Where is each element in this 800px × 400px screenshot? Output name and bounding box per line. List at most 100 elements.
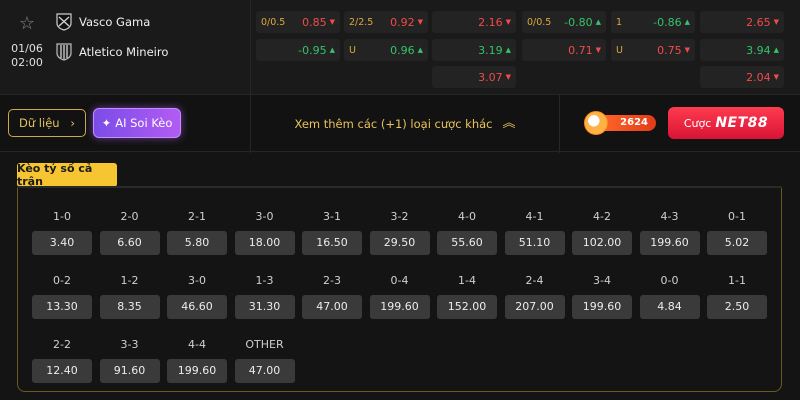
arrow-down-icon: ▼	[417, 17, 423, 26]
tab-correct-score[interactable]: Kèo tỷ số cả trận	[17, 162, 117, 188]
score-odds-button[interactable]: 91.60	[99, 359, 160, 383]
score-option[interactable]: 4-0 55.60	[437, 210, 497, 256]
odds-cell[interactable]: 2.04 ▼	[700, 66, 784, 88]
score-label: 3-3	[120, 338, 139, 351]
odds-cell[interactable]: U 0.75 ▼	[611, 39, 695, 61]
score-odds-button[interactable]: 46.60	[167, 295, 227, 319]
odds-value-group: -0.80 ▲	[564, 16, 601, 29]
score-option[interactable]: 4-3 199.60	[639, 210, 700, 256]
handicap-label: 0/0.5	[527, 16, 552, 28]
bet-prefix: Cược	[683, 116, 712, 130]
odds-value: 3.07	[478, 70, 503, 84]
handicap-label: 0/0.5	[261, 16, 286, 28]
score-option[interactable]: 0-1 5.02	[707, 210, 767, 256]
odds-cell[interactable]: 1 -0.86 ▲	[611, 11, 695, 33]
score-odds-button[interactable]: 152.00	[437, 295, 497, 319]
score-option[interactable]: 1-3 31.30	[234, 274, 295, 320]
odds-cell[interactable]: 2/2.5 0.92 ▼	[344, 11, 428, 33]
away-team[interactable]: Atletico Mineiro	[56, 42, 168, 62]
score-option[interactable]: 2-2 12.40	[32, 338, 92, 384]
odds-cell[interactable]: 0.71 ▼	[522, 39, 606, 61]
score-option[interactable]: 2-0 6.60	[99, 210, 160, 256]
score-option[interactable]: 4-2 102.00	[572, 210, 632, 256]
score-option[interactable]: 3-4 199.60	[572, 274, 632, 320]
score-option[interactable]: 2-1 5.80	[167, 210, 227, 256]
score-odds-button[interactable]: 2.50	[707, 295, 767, 319]
score-label: 0-0	[660, 274, 679, 287]
score-option[interactable]: 2-3 47.00	[302, 274, 362, 320]
arrow-down-icon: ▼	[505, 17, 511, 26]
score-option[interactable]: 2-4 207.00	[504, 274, 565, 320]
match-time: 02:00	[11, 56, 43, 69]
score-odds-button[interactable]: 12.40	[32, 359, 92, 383]
score-label: 0-1	[728, 210, 746, 223]
score-option[interactable]: 1-4 152.00	[437, 274, 497, 320]
score-odds-button[interactable]: 199.60	[572, 295, 632, 319]
odds-value: 3.19	[478, 43, 503, 57]
arrow-down-icon: ▼	[773, 72, 779, 81]
score-odds-button[interactable]: 55.60	[437, 231, 497, 255]
home-team-name: Vasco Gama	[79, 15, 151, 29]
odds-cell[interactable]: 3.07 ▼	[432, 66, 516, 88]
score-option[interactable]: 1-2 8.35	[99, 274, 160, 320]
odds-cell[interactable]: U 0.96 ▲	[344, 39, 428, 61]
score-option[interactable]: 3-0 18.00	[234, 210, 295, 256]
odds-cell[interactable]: 2.16 ▼	[432, 11, 516, 33]
score-odds-button[interactable]: 207.00	[504, 295, 565, 319]
score-option[interactable]: 0-2 13.30	[32, 274, 92, 320]
football-icon	[584, 111, 608, 135]
odds-value: 0.71	[568, 43, 593, 57]
score-odds-button[interactable]: 5.02	[707, 231, 767, 255]
score-label: 4-4	[188, 338, 206, 351]
score-odds-button[interactable]: 199.60	[369, 295, 430, 319]
score-odds-button[interactable]: 3.40	[32, 231, 92, 255]
score-option[interactable]: 3-3 91.60	[99, 338, 160, 384]
score-option[interactable]: 4-1 51.10	[504, 210, 565, 256]
score-odds-button[interactable]: 31.30	[234, 295, 295, 319]
arrow-down-icon: ▼	[595, 45, 601, 54]
promo-badge[interactable]: 2624	[578, 109, 658, 137]
odds-cell[interactable]: 3.94 ▲	[700, 39, 784, 61]
score-option[interactable]: 3-1 16.50	[302, 210, 362, 256]
total-label: 2/2.5	[349, 16, 374, 28]
score-label: 3-0	[188, 274, 206, 287]
score-odds-button[interactable]: 5.80	[167, 231, 227, 255]
divider	[250, 0, 251, 94]
score-odds-button[interactable]: 8.35	[99, 295, 160, 319]
odds-cell[interactable]: 3.19 ▲	[432, 39, 516, 61]
score-odds-button[interactable]: 18.00	[234, 231, 295, 255]
score-odds-button[interactable]: 13.30	[32, 295, 92, 319]
odds-value: 0.96	[390, 43, 415, 57]
score-odds-button[interactable]: 102.00	[572, 231, 632, 255]
score-odds-button[interactable]: 199.60	[639, 231, 700, 255]
score-odds-button[interactable]: 29.50	[369, 231, 430, 255]
favorite-star-icon[interactable]: ☆	[17, 14, 37, 34]
score-odds-button[interactable]: 199.60	[167, 359, 227, 383]
score-odds-button[interactable]: 16.50	[302, 231, 362, 255]
odds-cell[interactable]: -0.95 ▲	[256, 39, 340, 61]
score-odds-button[interactable]: 47.00	[234, 359, 295, 383]
data-button[interactable]: Dữ liệu ›	[8, 109, 86, 137]
home-team[interactable]: Vasco Gama	[56, 12, 150, 32]
score-option[interactable]: 3-2 29.50	[369, 210, 430, 256]
score-option[interactable]: 4-4 199.60	[167, 338, 227, 384]
score-option[interactable]: OTHER 47.00	[234, 338, 295, 384]
score-odds-button[interactable]: 51.10	[504, 231, 565, 255]
odds-cell[interactable]: 0/0.5 0.85 ▼	[256, 11, 340, 33]
score-option[interactable]: 0-0 4.84	[639, 274, 700, 320]
ai-analysis-button[interactable]: ✦ AI Soi Kèo	[93, 108, 181, 138]
score-option[interactable]: 0-4 199.60	[369, 274, 430, 320]
score-option[interactable]: 3-0 46.60	[167, 274, 227, 320]
score-odds-button[interactable]: 4.84	[639, 295, 700, 319]
odds-cell[interactable]: 2.65 ▼	[700, 11, 784, 33]
arrow-down-icon: ▼	[773, 17, 779, 26]
more-bets-link[interactable]: Xem thêm các (+1) loại cược khác ︽	[250, 95, 560, 153]
score-odds-button[interactable]: 47.00	[302, 295, 362, 319]
bet-net88-button[interactable]: Cược NET88	[668, 107, 784, 139]
score-odds-button[interactable]: 6.60	[99, 231, 160, 255]
score-option[interactable]: 1-0 3.40	[32, 210, 92, 256]
score-option[interactable]: 1-1 2.50	[707, 274, 767, 320]
under-label: U	[616, 44, 623, 56]
score-label: 2-1	[188, 210, 206, 223]
odds-cell[interactable]: 0/0.5 -0.80 ▲	[522, 11, 606, 33]
